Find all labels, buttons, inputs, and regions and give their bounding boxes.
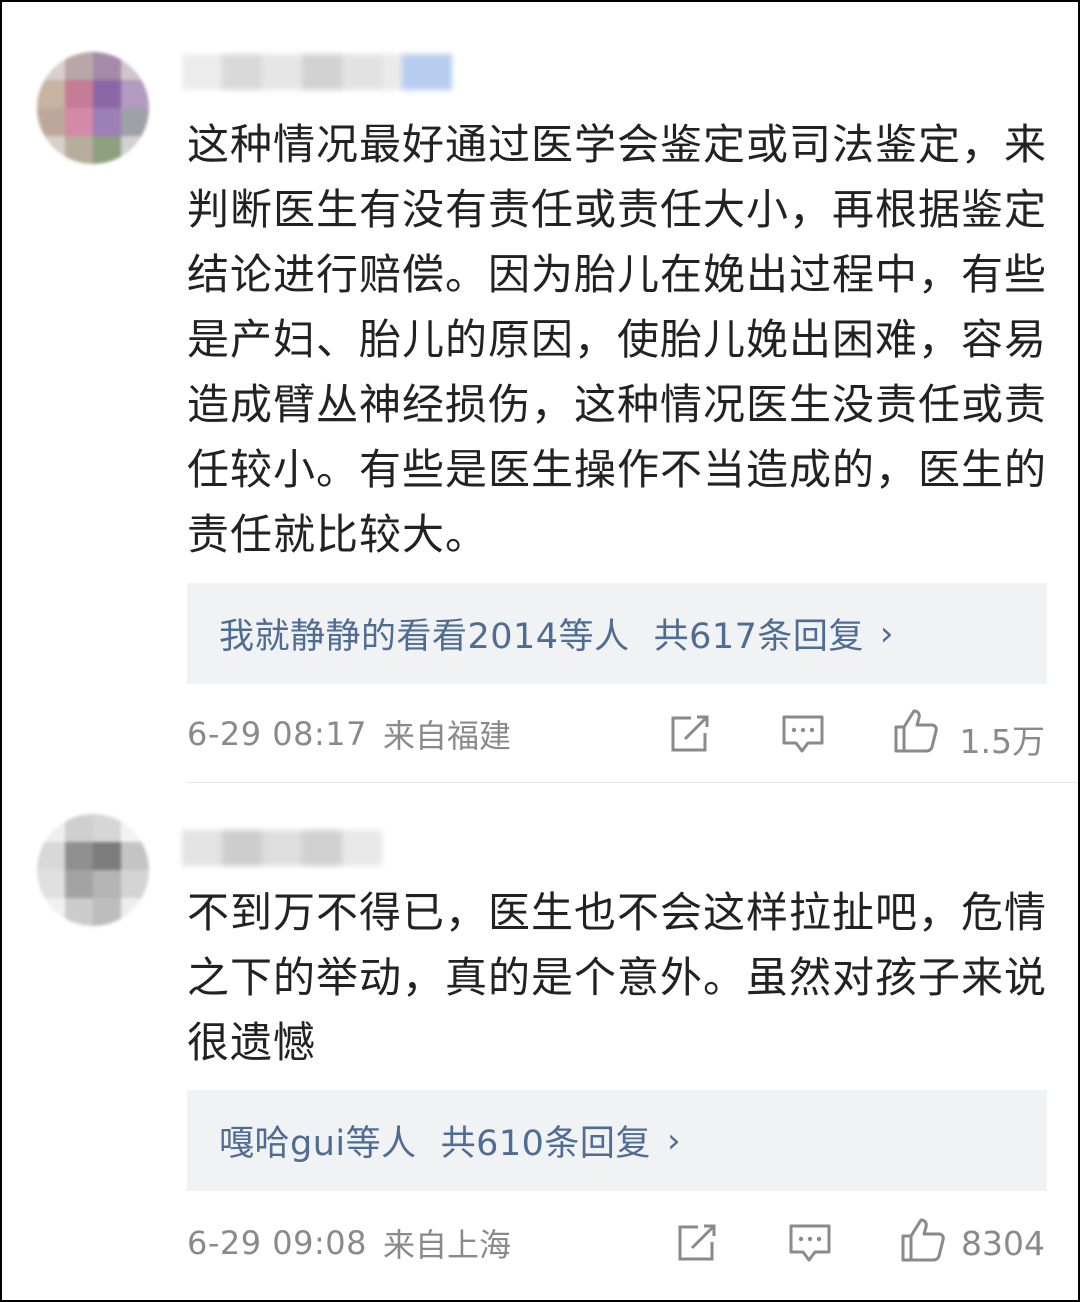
avatar[interactable] [37, 52, 149, 164]
chevron-right-icon: › [879, 613, 894, 654]
thumbs-up-icon[interactable] [892, 707, 940, 763]
timestamp: 6-29 09:08 [187, 1224, 368, 1262]
repost-icon[interactable] [667, 713, 711, 763]
replies-preview[interactable]: 嘎哈gui等人 共610条回复 › [187, 1090, 1047, 1191]
username-blurred[interactable] [182, 54, 452, 90]
location: 来自福建 [383, 717, 512, 755]
comment-icon[interactable] [780, 713, 826, 763]
timestamp: 6-29 08:17 [187, 715, 368, 753]
comment-item: 这种情况最好通过医学会鉴定或司法鉴定，来判断医生有没有责任或责任大小，再根据鉴定… [2, 2, 1078, 782]
replies-count[interactable]: 共610条回复 [441, 1115, 651, 1166]
avatar[interactable] [37, 814, 149, 926]
comment-text: 这种情况最好通过医学会鉴定或司法鉴定，来判断医生有没有责任或责任大小，再根据鉴定… [187, 120, 1048, 559]
replies-users[interactable]: 嘎哈gui等人 [219, 1115, 417, 1166]
comment-item: 不到万不得已，医生也不会这样拉扯吧，危情之下的举动，真的是个意外。虽然对孩子来说… [2, 784, 1078, 1300]
replies-count[interactable]: 共617条回复 [654, 608, 864, 659]
like-count: 8304 [961, 1224, 1045, 1263]
screenshot-frame: 这种情况最好通过医学会鉴定或司法鉴定，来判断医生有没有责任或责任大小，再根据鉴定… [0, 0, 1080, 1302]
repost-icon[interactable] [674, 1222, 718, 1272]
location: 来自上海 [383, 1226, 512, 1264]
replies-users[interactable]: 我就静静的看看2014等人 [219, 608, 630, 659]
comment-meta: 6-29 08:17 来自福建 1.5万 [187, 709, 1045, 761]
chevron-right-icon: › [666, 1120, 682, 1161]
replies-preview[interactable]: 我就静静的看看2014等人 共617条回复 › [187, 583, 1047, 684]
username-blurred[interactable] [182, 830, 382, 866]
divider [187, 782, 1078, 783]
comment-text: 不到万不得已，医生也不会这样拉扯吧，危情之下的举动，真的是个意外。虽然对孩子来说… [187, 888, 1048, 1067]
comment-icon[interactable] [787, 1222, 833, 1272]
thumbs-up-icon[interactable] [899, 1216, 947, 1272]
comment-meta: 6-29 09:08 来自上海 8304 [187, 1218, 1045, 1268]
like-count: 1.5万 [959, 722, 1045, 761]
